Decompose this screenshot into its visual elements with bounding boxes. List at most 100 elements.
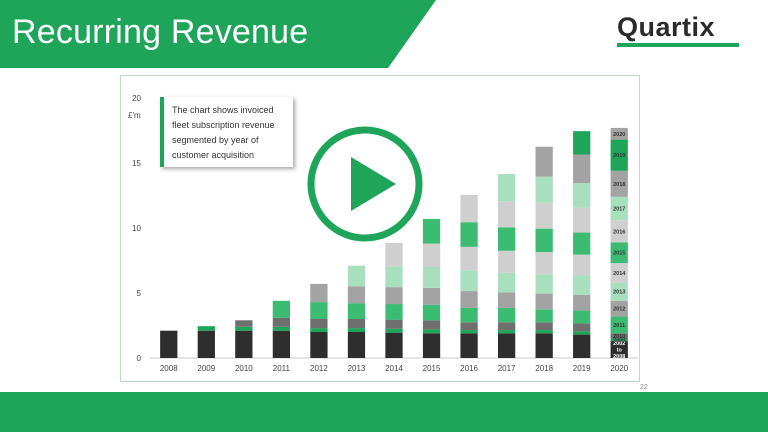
bar-segment: [197, 326, 215, 331]
bar-segment: [573, 331, 591, 335]
bar-segment: [535, 146, 553, 177]
bar-segment: [535, 309, 553, 323]
segment-label: 2012: [613, 307, 625, 313]
bar-segment: [422, 218, 441, 244]
segment-label: 2010: [613, 334, 625, 340]
bar-segment: [573, 254, 591, 276]
bar-segment: [573, 334, 591, 358]
bar-segment: [310, 328, 328, 332]
bar-segment: [573, 154, 591, 184]
bar-segment: [385, 242, 403, 267]
x-tick-label: 2015: [423, 364, 441, 373]
bar-segment: [460, 222, 478, 247]
bar-segment: [272, 300, 291, 318]
x-tick-label: 2012: [310, 364, 328, 373]
y-tick-label: 10: [132, 224, 141, 233]
segment-label: 2014: [613, 271, 626, 277]
bar-segment: [460, 270, 478, 292]
bar-segment: [235, 320, 253, 327]
bar-segment: [497, 292, 516, 308]
segment-label: 2020: [613, 132, 625, 138]
bar-segment: [385, 328, 403, 333]
segment-label: to: [617, 348, 623, 354]
segment-label: 2018: [613, 182, 625, 188]
segment-label: 2019: [613, 153, 625, 159]
bar-segment: [385, 266, 403, 288]
bar-segment: [272, 330, 291, 358]
x-tick-label: 2008: [160, 364, 178, 373]
segment-label: 2008: [613, 354, 625, 360]
segment-label: 2016: [613, 229, 625, 235]
bar-segment: [310, 302, 328, 319]
segment-label: 2015: [613, 251, 625, 257]
bar-segment: [310, 283, 328, 303]
bar-segment: [460, 291, 478, 308]
chart-callout: The chart shows invoiced fleet subscript…: [160, 97, 293, 167]
bar-segment: [497, 322, 516, 331]
bar-segment: [497, 333, 516, 358]
bar-segment: [535, 202, 553, 229]
bar-segment: [235, 326, 253, 331]
segment-label: 2011: [613, 323, 625, 329]
bar-segment: [460, 330, 478, 334]
bar-segment: [385, 304, 403, 320]
segment-label: 2017: [613, 207, 625, 213]
play-icon: [307, 126, 423, 242]
y-axis-label: £'m: [128, 111, 141, 120]
bar-segment: [497, 272, 516, 293]
bar-segment: [497, 201, 516, 228]
segment-label: 2013: [613, 290, 625, 296]
y-tick-label: 15: [132, 159, 141, 168]
bar-segment: [347, 328, 366, 332]
bar-segment: [573, 294, 591, 311]
bar-segment: [460, 322, 478, 331]
bar-segment: [385, 319, 403, 329]
play-button[interactable]: [306, 125, 424, 243]
bar-segment: [573, 131, 591, 155]
bar-segment: [197, 330, 215, 358]
callout-line: segmented by year of: [172, 135, 259, 145]
bar-segment: [535, 322, 553, 331]
bar-segment: [422, 243, 441, 267]
bar-segment: [460, 307, 478, 323]
y-tick-label: 5: [137, 289, 142, 298]
x-tick-label: 2010: [235, 364, 253, 373]
bar-segment: [347, 332, 366, 358]
bar-segment: [347, 319, 366, 329]
x-tick-label: 2016: [460, 364, 478, 373]
bar-segment: [422, 333, 441, 358]
bar-segment: [535, 228, 553, 253]
bar-segment: [160, 330, 178, 358]
bar-segment: [497, 330, 516, 334]
bar-segment: [310, 332, 328, 358]
bar-segment: [422, 304, 441, 321]
callout-line: customer acquisition: [172, 150, 255, 160]
bar-segment: [535, 333, 553, 358]
bar-segment: [272, 326, 291, 331]
bar-segment: [310, 319, 328, 329]
bar-segment: [573, 310, 591, 324]
bar-segment: [422, 320, 441, 330]
bar-segment: [422, 287, 441, 305]
bar-segment: [460, 246, 478, 271]
bar-segment: [385, 332, 403, 358]
bar-segment: [460, 194, 478, 223]
x-tick-label: 2013: [348, 364, 366, 373]
x-tick-label: 2014: [385, 364, 403, 373]
x-tick-label: 2020: [610, 364, 628, 373]
page-number: 22: [640, 384, 648, 391]
bar-segment: [235, 330, 253, 358]
x-tick-label: 2011: [273, 364, 291, 373]
bar-segment: [535, 176, 553, 203]
bar-segment: [497, 174, 516, 202]
x-tick-label: 2017: [498, 364, 516, 373]
bar-segment: [460, 333, 478, 358]
bar-segment: [497, 250, 516, 273]
x-tick-label: 2019: [573, 364, 591, 373]
slide-footer: [0, 392, 768, 432]
bar-segment: [497, 227, 516, 251]
bar-segment: [573, 275, 591, 295]
bar-segment: [497, 307, 516, 323]
bar-segment: [535, 252, 553, 275]
bar-segment: [573, 323, 591, 332]
